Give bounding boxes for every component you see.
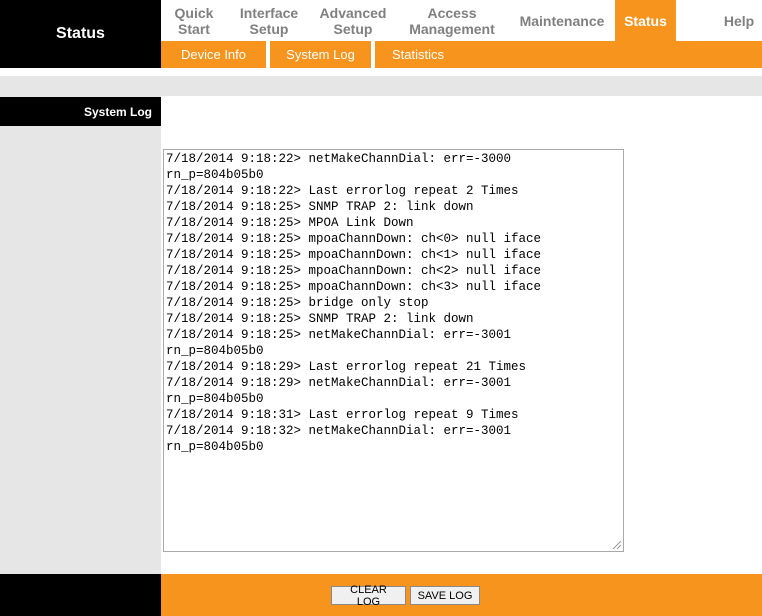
nav-label: Interface <box>239 4 299 21</box>
content-header-band <box>0 76 762 96</box>
nav-label: Advanced <box>319 4 387 21</box>
nav-label: Management <box>409 20 495 37</box>
subnav-label: Device Info <box>180 47 247 62</box>
nav-label: Maintenance <box>519 12 605 29</box>
save-log-button[interactable]: SAVE LOG <box>410 586 480 605</box>
nav-label: Quick <box>174 4 214 21</box>
brand-title: Status <box>0 0 161 68</box>
nav-label: Setup <box>333 20 373 37</box>
nav-label: Start <box>178 20 210 37</box>
footer-left <box>0 574 161 616</box>
nav-maintenance[interactable]: Maintenance <box>509 0 615 41</box>
nav-advanced-setup[interactable]: Advanced Setup <box>311 0 395 41</box>
left-column <box>0 96 161 574</box>
subnav-system-log[interactable]: System Log <box>270 41 371 68</box>
nav-label: Access <box>427 4 477 21</box>
clear-log-button[interactable]: CLEAR LOG <box>331 584 406 608</box>
nav-label: Status <box>624 12 667 29</box>
subnav-label: Statistics <box>391 47 444 62</box>
nav-quick-start[interactable]: Quick Start <box>161 0 227 41</box>
nav-interface-setup[interactable]: Interface Setup <box>227 0 311 41</box>
brand-title-text: Status <box>56 25 105 42</box>
subnav-device-info[interactable]: Device Info <box>161 41 266 68</box>
nav-label: Setup <box>249 20 289 37</box>
nav-label: Help <box>723 12 755 29</box>
section-label: System Log <box>0 97 161 126</box>
nav-status[interactable]: Status <box>615 0 676 41</box>
top-nav: Quick Start Interface Setup Advanced Setup … <box>161 0 762 41</box>
subnav-statistics[interactable]: Statistics <box>375 41 461 68</box>
subnav-label: System Log <box>286 47 355 62</box>
resize-grip-icon[interactable] <box>612 540 622 550</box>
system-log-textarea[interactable]: 7/18/2014 9:18:22> netMakeChannDial: err… <box>163 149 624 552</box>
sub-nav: Device Info System Log Statistics <box>161 41 762 68</box>
nav-access-management[interactable]: Access Management <box>395 0 509 41</box>
nav-help[interactable]: Help <box>676 0 762 41</box>
section-label-text: System Log <box>83 104 152 119</box>
